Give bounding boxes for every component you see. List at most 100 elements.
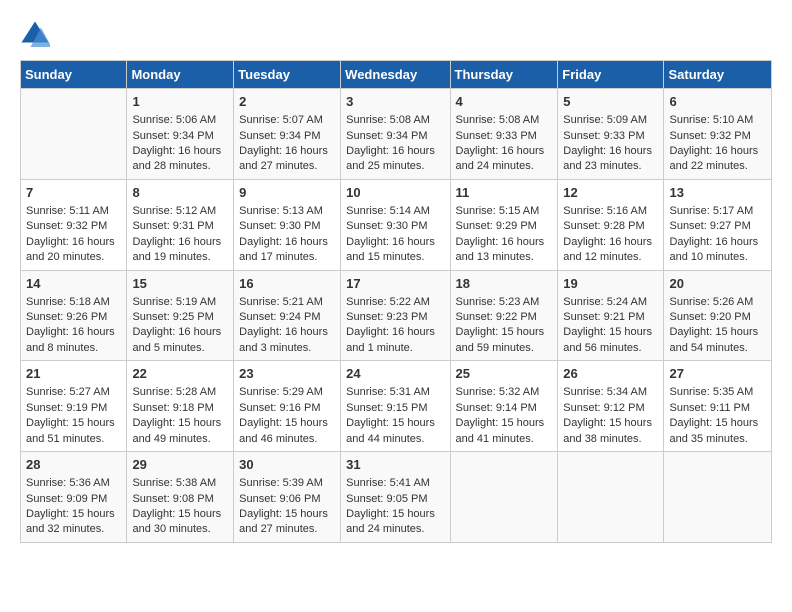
day-number: 12 <box>563 184 658 202</box>
day-info: Sunrise: 5:23 AM Sunset: 9:22 PM Dayligh… <box>456 296 545 354</box>
day-number: 10 <box>346 184 444 202</box>
day-info: Sunrise: 5:24 AM Sunset: 9:21 PM Dayligh… <box>563 296 652 354</box>
calendar-cell: 20 Sunrise: 5:26 AM Sunset: 9:20 PM Dayli… <box>664 270 772 361</box>
day-info: Sunrise: 5:32 AM Sunset: 9:14 PM Dayligh… <box>456 386 545 444</box>
day-number: 23 <box>239 365 335 383</box>
col-header-saturday: Saturday <box>664 61 772 89</box>
calendar-cell: 10Sunrise: 5:14 AM Sunset: 9:30 PM Dayli… <box>341 179 450 270</box>
day-info: Sunrise: 5:39 AM Sunset: 9:06 PM Dayligh… <box>239 477 328 535</box>
logo-icon <box>20 20 50 50</box>
day-number: 22 <box>132 365 228 383</box>
calendar-cell: 8Sunrise: 5:12 AM Sunset: 9:31 PM Daylig… <box>127 179 234 270</box>
col-header-tuesday: Tuesday <box>234 61 341 89</box>
day-number: 4 <box>456 93 553 111</box>
col-header-monday: Monday <box>127 61 234 89</box>
day-number: 9 <box>239 184 335 202</box>
day-number: 18 <box>456 275 553 293</box>
calendar-cell: 27 Sunrise: 5:35 AM Sunset: 9:11 PM Dayli… <box>664 361 772 452</box>
calendar-cell <box>450 452 558 543</box>
day-info: Sunrise: 5:07 AM Sunset: 9:34 PM Dayligh… <box>239 114 328 172</box>
calendar-cell <box>558 452 664 543</box>
calendar-cell: 3 Sunrise: 5:08 AM Sunset: 9:34 PM Daylig… <box>341 89 450 180</box>
day-number: 3 <box>346 93 444 111</box>
calendar-cell: 30 Sunrise: 5:39 AM Sunset: 9:06 PM Dayli… <box>234 452 341 543</box>
calendar-cell: 16 Sunrise: 5:21 AM Sunset: 9:24 PM Dayli… <box>234 270 341 361</box>
day-number: 31 <box>346 456 444 474</box>
calendar-cell: 18 Sunrise: 5:23 AM Sunset: 9:22 PM Dayli… <box>450 270 558 361</box>
day-info: Sunrise: 5:11 AM Sunset: 9:32 PM Dayligh… <box>26 205 115 263</box>
calendar-table: SundayMondayTuesdayWednesdayThursdayFrid… <box>20 60 772 543</box>
calendar-cell: 11 Sunrise: 5:15 AM Sunset: 9:29 PM Dayli… <box>450 179 558 270</box>
day-info: Sunrise: 5:08 AM Sunset: 9:34 PM Dayligh… <box>346 114 435 172</box>
day-number: 16 <box>239 275 335 293</box>
day-info: Sunrise: 5:34 AM Sunset: 9:12 PM Dayligh… <box>563 386 652 444</box>
calendar-cell: 25Sunrise: 5:32 AM Sunset: 9:14 PM Dayli… <box>450 361 558 452</box>
day-info: Sunrise: 5:28 AM Sunset: 9:18 PM Dayligh… <box>132 386 221 444</box>
day-info: Sunrise: 5:18 AM Sunset: 9:26 PM Dayligh… <box>26 296 115 354</box>
calendar-cell <box>21 89 127 180</box>
day-info: Sunrise: 5:35 AM Sunset: 9:11 PM Dayligh… <box>669 386 758 444</box>
day-info: Sunrise: 5:21 AM Sunset: 9:24 PM Dayligh… <box>239 296 328 354</box>
day-number: 5 <box>563 93 658 111</box>
calendar-cell: 22 Sunrise: 5:28 AM Sunset: 9:18 PM Dayli… <box>127 361 234 452</box>
day-info: Sunrise: 5:22 AM Sunset: 9:23 PM Dayligh… <box>346 296 435 354</box>
day-info: Sunrise: 5:16 AM Sunset: 9:28 PM Dayligh… <box>563 205 652 263</box>
calendar-cell: 29 Sunrise: 5:38 AM Sunset: 9:08 PM Dayli… <box>127 452 234 543</box>
day-number: 11 <box>456 184 553 202</box>
day-number: 27 <box>669 365 766 383</box>
day-number: 19 <box>563 275 658 293</box>
calendar-cell: 14 Sunrise: 5:18 AM Sunset: 9:26 PM Dayli… <box>21 270 127 361</box>
calendar-cell: 4 Sunrise: 5:08 AM Sunset: 9:33 PM Daylig… <box>450 89 558 180</box>
day-info: Sunrise: 5:26 AM Sunset: 9:20 PM Dayligh… <box>669 296 758 354</box>
day-info: Sunrise: 5:29 AM Sunset: 9:16 PM Dayligh… <box>239 386 328 444</box>
day-info: Sunrise: 5:09 AM Sunset: 9:33 PM Dayligh… <box>563 114 652 172</box>
day-number: 14 <box>26 275 121 293</box>
day-number: 20 <box>669 275 766 293</box>
calendar-cell: 26 Sunrise: 5:34 AM Sunset: 9:12 PM Dayli… <box>558 361 664 452</box>
calendar-cell: 24Sunrise: 5:31 AM Sunset: 9:15 PM Dayli… <box>341 361 450 452</box>
calendar-cell: 15Sunrise: 5:19 AM Sunset: 9:25 PM Dayli… <box>127 270 234 361</box>
calendar-cell: 19 Sunrise: 5:24 AM Sunset: 9:21 PM Dayli… <box>558 270 664 361</box>
page-header <box>20 20 772 50</box>
col-header-friday: Friday <box>558 61 664 89</box>
calendar-cell: 6 Sunrise: 5:10 AM Sunset: 9:32 PM Daylig… <box>664 89 772 180</box>
day-number: 30 <box>239 456 335 474</box>
calendar-cell: 5 Sunrise: 5:09 AM Sunset: 9:33 PM Daylig… <box>558 89 664 180</box>
day-number: 13 <box>669 184 766 202</box>
col-header-sunday: Sunday <box>21 61 127 89</box>
calendar-cell: 2 Sunrise: 5:07 AM Sunset: 9:34 PM Daylig… <box>234 89 341 180</box>
week-row-5: 28Sunrise: 5:36 AM Sunset: 9:09 PM Dayli… <box>21 452 772 543</box>
day-info: Sunrise: 5:15 AM Sunset: 9:29 PM Dayligh… <box>456 205 545 263</box>
day-number: 26 <box>563 365 658 383</box>
day-info: Sunrise: 5:27 AM Sunset: 9:19 PM Dayligh… <box>26 386 115 444</box>
calendar-cell: 1Sunrise: 5:06 AM Sunset: 9:34 PM Daylig… <box>127 89 234 180</box>
day-info: Sunrise: 5:08 AM Sunset: 9:33 PM Dayligh… <box>456 114 545 172</box>
calendar-cell: 9 Sunrise: 5:13 AM Sunset: 9:30 PM Daylig… <box>234 179 341 270</box>
calendar-cell: 31 Sunrise: 5:41 AM Sunset: 9:05 PM Dayli… <box>341 452 450 543</box>
day-number: 2 <box>239 93 335 111</box>
day-number: 21 <box>26 365 121 383</box>
day-number: 24 <box>346 365 444 383</box>
day-info: Sunrise: 5:12 AM Sunset: 9:31 PM Dayligh… <box>132 205 221 263</box>
day-info: Sunrise: 5:19 AM Sunset: 9:25 PM Dayligh… <box>132 296 221 354</box>
day-info: Sunrise: 5:36 AM Sunset: 9:09 PM Dayligh… <box>26 477 115 535</box>
day-info: Sunrise: 5:13 AM Sunset: 9:30 PM Dayligh… <box>239 205 328 263</box>
calendar-cell: 12 Sunrise: 5:16 AM Sunset: 9:28 PM Dayli… <box>558 179 664 270</box>
day-number: 29 <box>132 456 228 474</box>
header-row: SundayMondayTuesdayWednesdayThursdayFrid… <box>21 61 772 89</box>
day-info: Sunrise: 5:38 AM Sunset: 9:08 PM Dayligh… <box>132 477 221 535</box>
day-info: Sunrise: 5:41 AM Sunset: 9:05 PM Dayligh… <box>346 477 435 535</box>
day-number: 7 <box>26 184 121 202</box>
day-number: 17 <box>346 275 444 293</box>
calendar-cell: 23 Sunrise: 5:29 AM Sunset: 9:16 PM Dayli… <box>234 361 341 452</box>
calendar-cell: 28Sunrise: 5:36 AM Sunset: 9:09 PM Dayli… <box>21 452 127 543</box>
logo <box>20 20 54 50</box>
col-header-thursday: Thursday <box>450 61 558 89</box>
day-info: Sunrise: 5:06 AM Sunset: 9:34 PM Dayligh… <box>132 114 221 172</box>
day-info: Sunrise: 5:10 AM Sunset: 9:32 PM Dayligh… <box>669 114 758 172</box>
week-row-4: 21 Sunrise: 5:27 AM Sunset: 9:19 PM Dayli… <box>21 361 772 452</box>
week-row-2: 7 Sunrise: 5:11 AM Sunset: 9:32 PM Daylig… <box>21 179 772 270</box>
week-row-3: 14 Sunrise: 5:18 AM Sunset: 9:26 PM Dayli… <box>21 270 772 361</box>
day-number: 6 <box>669 93 766 111</box>
day-info: Sunrise: 5:17 AM Sunset: 9:27 PM Dayligh… <box>669 205 758 263</box>
